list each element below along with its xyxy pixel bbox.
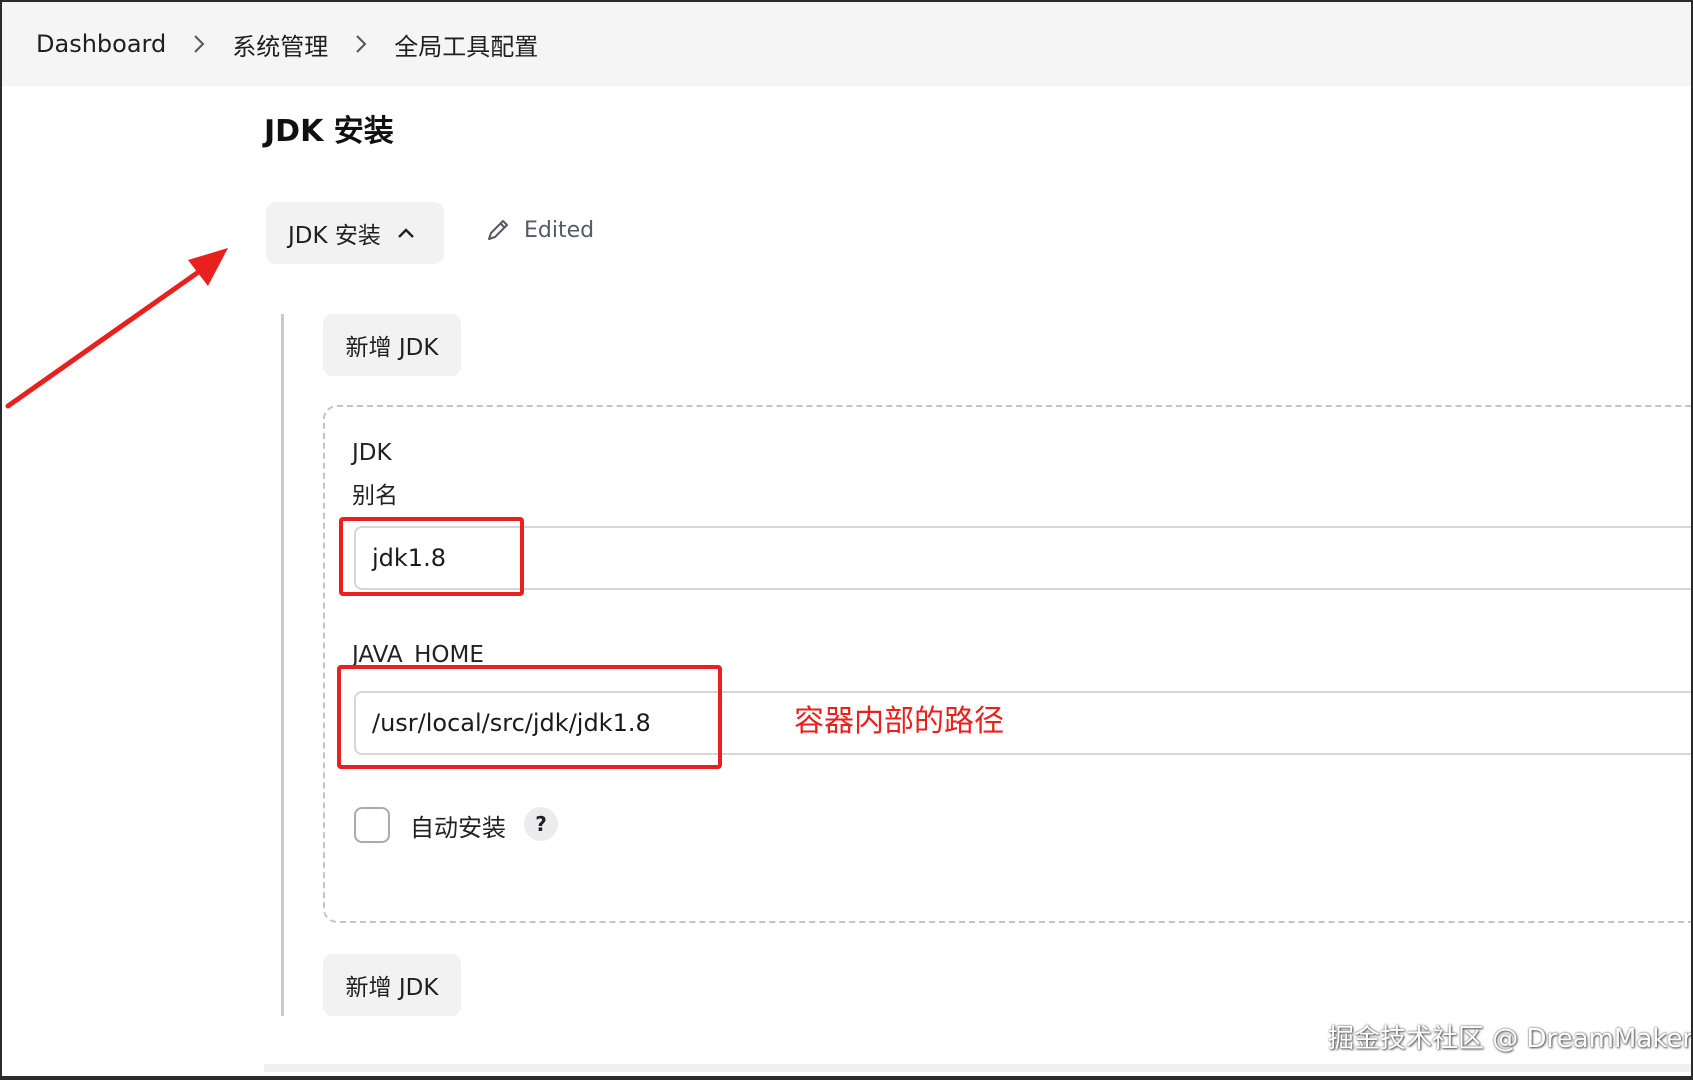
highlight-box-java-home — [337, 665, 722, 769]
section-title: JDK 安装 — [264, 114, 394, 149]
highlight-box-alias — [339, 517, 524, 596]
annotation-arrow — [5, 248, 228, 409]
auto-install-checkbox[interactable] — [354, 807, 390, 843]
breadcrumb-dashboard[interactable]: Dashboard — [36, 30, 166, 58]
alias-label: 别名 — [352, 483, 398, 509]
pencil-icon — [488, 220, 508, 240]
breadcrumb: Dashboard 系统管理 全局工具配置 — [2, 2, 1691, 86]
chevron-right-icon — [354, 33, 368, 55]
chevron-right-icon — [192, 33, 206, 55]
jdk-install-toggle-button[interactable]: JDK 安装 — [266, 202, 444, 264]
app-window: Dashboard 系统管理 全局工具配置 JDK 安装 JDK 安装 Edit… — [0, 0, 1693, 1080]
auto-install-label: 自动安装 — [410, 814, 506, 842]
jdk-entry-heading: JDK — [352, 440, 392, 466]
add-jdk-button-bottom[interactable]: 新增 JDK — [323, 954, 461, 1016]
chevron-up-icon — [397, 227, 415, 239]
toggle-button-label: JDK 安装 — [288, 223, 381, 249]
section-divider — [281, 314, 284, 1016]
alias-input[interactable]: jdk1.8 — [354, 526, 1691, 590]
help-icon[interactable]: ? — [524, 807, 558, 841]
watermark: 掘金技术社区 @ DreamMaker — [1328, 1024, 1693, 1054]
add-jdk-button[interactable]: 新增 JDK — [323, 314, 461, 376]
edited-label: Edited — [524, 217, 595, 243]
next-section-edge — [264, 1064, 1691, 1072]
jdk-entry-card — [323, 405, 1691, 923]
annotation-note: 容器内部的路径 — [794, 704, 1004, 739]
breadcrumb-global-tool-config[interactable]: 全局工具配置 — [394, 27, 538, 62]
edited-indicator: Edited — [484, 216, 594, 244]
breadcrumb-system-management[interactable]: 系统管理 — [232, 27, 328, 62]
